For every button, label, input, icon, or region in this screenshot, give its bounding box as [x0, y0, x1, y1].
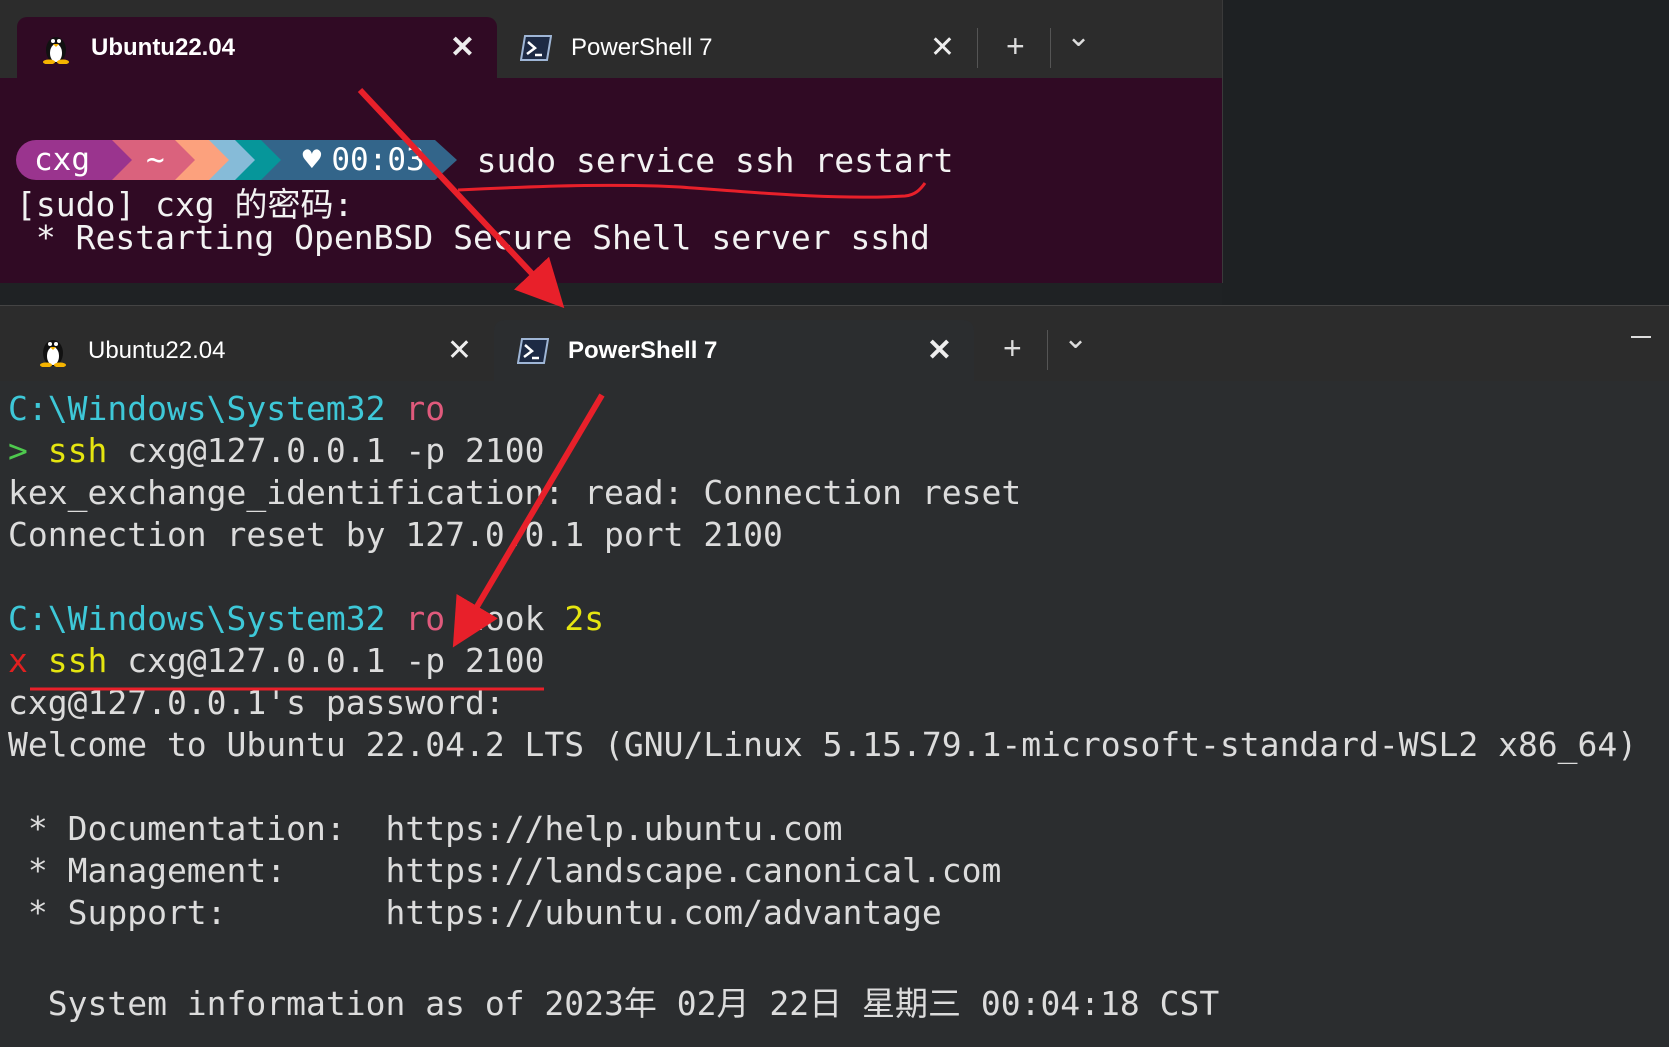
- prompt-flag: ro: [405, 389, 446, 428]
- minimize-button[interactable]: [1631, 336, 1651, 338]
- divider: [1047, 330, 1048, 370]
- close-icon[interactable]: ✕: [927, 336, 952, 366]
- prompt-separator: [260, 140, 281, 180]
- prompt-duration: 2s: [564, 599, 605, 638]
- prompt-separator: [434, 140, 457, 180]
- ubuntu-terminal-body[interactable]: cxg ~ ♥ 00:03 sudo service ssh restart […: [0, 78, 1222, 283]
- command-line: x ssh cxg@127.0.0.1 -p 2100: [8, 641, 544, 680]
- command-name: ssh: [47, 431, 108, 470]
- tab-label: PowerShell 7: [568, 337, 718, 364]
- prompt-path: C:\Windows\System32: [8, 389, 386, 428]
- powershell-terminal-window: Ubuntu22.04 ✕ PowerShell 7 ✕ + ⌄ C:\Wind…: [0, 305, 1669, 1047]
- tux-icon: [36, 334, 70, 368]
- prompt-time-value: 00:03: [331, 142, 425, 178]
- prompt-marker: >: [8, 431, 28, 470]
- command-args: cxg@127.0.0.1 -p 2100: [127, 431, 545, 470]
- prompt-took: took: [465, 599, 545, 638]
- prompt-time: ♥ 00:03: [280, 140, 435, 180]
- tab-bar: Ubuntu22.04 ✕ PowerShell 7 ✕ + ⌄: [0, 306, 1669, 384]
- close-icon[interactable]: ✕: [930, 33, 955, 63]
- ubuntu-terminal-window: Ubuntu22.04 ✕ PowerShell 7 ✕ + ⌄ cxg ~ ♥…: [0, 0, 1223, 283]
- output-line: kex_exchange_identification: read: Conne…: [8, 473, 1022, 512]
- desktop-background: [1222, 0, 1669, 305]
- divider: [1050, 28, 1051, 68]
- command-text: sudo service ssh restart: [476, 140, 954, 180]
- powershell-icon: [519, 31, 553, 65]
- output-line: System information as of 2023年 02月 22日 星…: [8, 984, 1220, 1023]
- prompt-separator: [174, 140, 195, 180]
- tab-powershell[interactable]: PowerShell 7 ✕: [494, 320, 974, 382]
- prompt-segment-git: [194, 140, 209, 180]
- prompt-user: cxg: [16, 140, 112, 180]
- prompt-path: C:\Windows\System32: [8, 599, 386, 638]
- prompt-line: C:\Windows\System32 ro: [8, 389, 445, 428]
- close-icon[interactable]: ✕: [450, 33, 475, 63]
- output-line: * Support: https://ubuntu.com/advantage: [8, 893, 942, 932]
- output-line: cxg@127.0.0.1's password:: [8, 683, 505, 722]
- prompt-line: C:\Windows\System32 ro took 2s: [8, 599, 604, 638]
- powershell-terminal-body[interactable]: C:\Windows\System32 ro > ssh cxg@127.0.0…: [0, 381, 1669, 1047]
- output-line: Welcome to Ubuntu 22.04.2 LTS (GNU/Linux…: [8, 725, 1638, 764]
- command-line: > ssh cxg@127.0.0.1 -p 2100: [8, 431, 544, 470]
- tab-ubuntu[interactable]: Ubuntu22.04 ✕: [17, 17, 497, 79]
- output-line: * Restarting OpenBSD Secure Shell server…: [16, 218, 930, 257]
- chevron-down-icon[interactable]: ⌄: [1063, 324, 1088, 354]
- command-args: cxg@127.0.0.1 -p 2100: [127, 641, 545, 680]
- prompt-marker: x: [8, 641, 28, 680]
- chevron-down-icon[interactable]: ⌄: [1066, 22, 1091, 52]
- close-icon[interactable]: ✕: [447, 336, 472, 366]
- new-tab-button[interactable]: +: [1003, 332, 1022, 364]
- heart-icon: ♥: [302, 142, 322, 178]
- prompt-separator: [208, 140, 229, 180]
- output-line: * Documentation: https://help.ubuntu.com: [8, 809, 843, 848]
- new-tab-button[interactable]: +: [1006, 30, 1025, 62]
- powershell-icon: [516, 334, 550, 368]
- output-line: Connection reset by 127.0.0.1 port 2100: [8, 515, 783, 554]
- output-line: * Management: https://landscape.canonica…: [8, 851, 1002, 890]
- divider: [977, 28, 978, 68]
- prompt-dir: ~: [132, 140, 175, 180]
- tux-icon: [39, 31, 73, 65]
- powerline-prompt: cxg ~ ♥ 00:03 sudo service ssh restart: [16, 140, 954, 180]
- tab-label: Ubuntu22.04: [91, 34, 236, 61]
- tab-label: Ubuntu22.04: [88, 337, 226, 364]
- tab-ubuntu[interactable]: Ubuntu22.04 ✕: [14, 320, 494, 382]
- tab-label: PowerShell 7: [571, 34, 713, 61]
- prompt-separator: [112, 140, 132, 180]
- prompt-flag: ro: [405, 599, 446, 638]
- tab-bar: Ubuntu22.04 ✕ PowerShell 7 ✕ + ⌄: [0, 0, 1222, 79]
- tab-powershell[interactable]: PowerShell 7 ✕: [497, 17, 977, 79]
- command-name: ssh: [47, 641, 108, 680]
- prompt-separator: [234, 140, 255, 180]
